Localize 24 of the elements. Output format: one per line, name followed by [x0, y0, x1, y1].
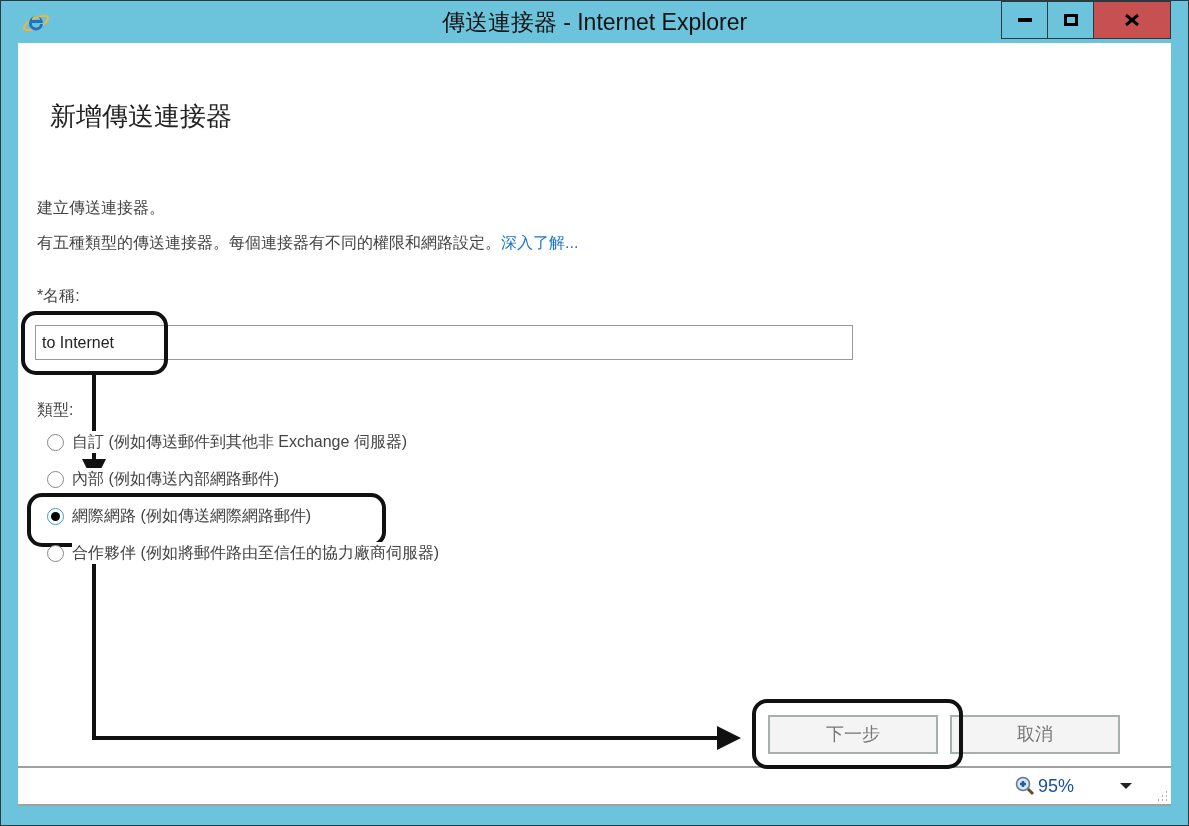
- cancel-button[interactable]: 取消: [950, 715, 1120, 754]
- radio-label[interactable]: 內部 (例如傳送內部網路郵件): [72, 468, 280, 490]
- radio-button[interactable]: [47, 470, 64, 488]
- dropdown-caret-icon[interactable]: [1120, 783, 1132, 789]
- next-button[interactable]: 下一步: [768, 715, 938, 754]
- intro-text: 建立傳送連接器。: [37, 198, 165, 218]
- close-button[interactable]: [1094, 1, 1171, 39]
- zoom-icon: [1014, 776, 1035, 796]
- radio-label[interactable]: 網際網路 (例如傳送網際網路郵件): [72, 505, 312, 527]
- window-title: 傳送連接器 - Internet Explorer: [441, 7, 748, 37]
- resize-grip-icon[interactable]: [1156, 790, 1168, 802]
- radio-label[interactable]: 合作夥伴 (例如將郵件路由至信任的協力廠商伺服器): [72, 542, 440, 564]
- zoom-level[interactable]: 95%: [1037, 772, 1074, 800]
- name-field[interactable]: to Internet: [35, 325, 853, 360]
- radio-label[interactable]: 自訂 (例如傳送郵件到其他非 Exchange 伺服器): [72, 431, 408, 453]
- learn-more-link[interactable]: 深入了解...: [501, 232, 579, 254]
- radio-button[interactable]: [47, 433, 64, 451]
- intro-text: 有五種類型的傳送連接器。每個連接器有不同的權限和網路設定。: [37, 233, 501, 253]
- field-label: 類型:: [37, 400, 74, 420]
- page-heading: 新增傳送連接器: [50, 100, 232, 133]
- field-label: *名稱:: [37, 286, 80, 306]
- minimize-button[interactable]: [1001, 1, 1048, 39]
- radio-button[interactable]: [47, 507, 64, 525]
- close-icon: [1125, 14, 1139, 26]
